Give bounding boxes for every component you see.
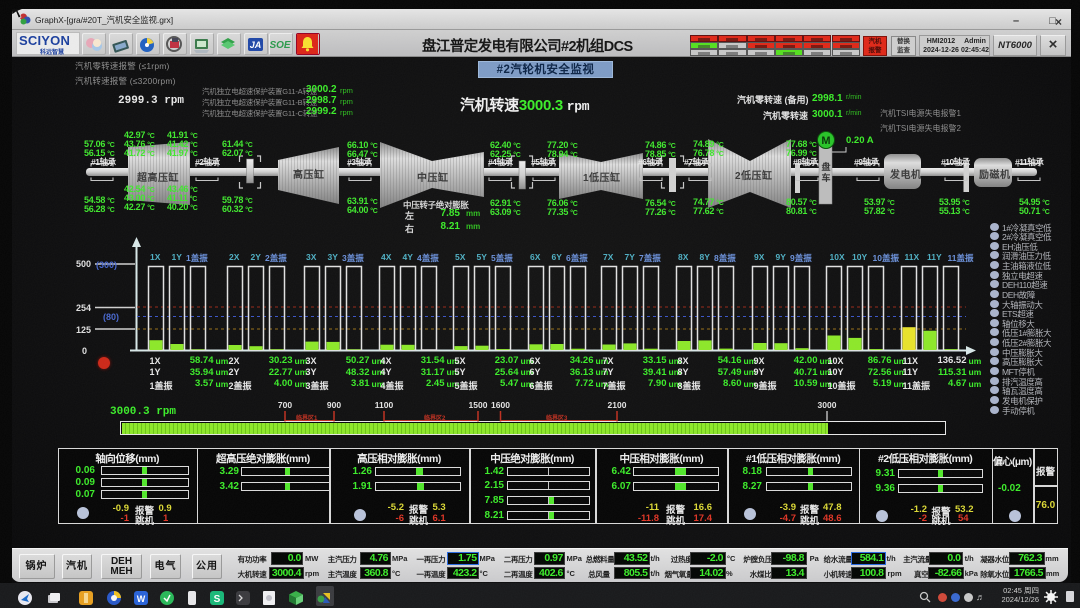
svg-text:S: S	[213, 594, 220, 605]
svg-text:W: W	[136, 594, 145, 604]
